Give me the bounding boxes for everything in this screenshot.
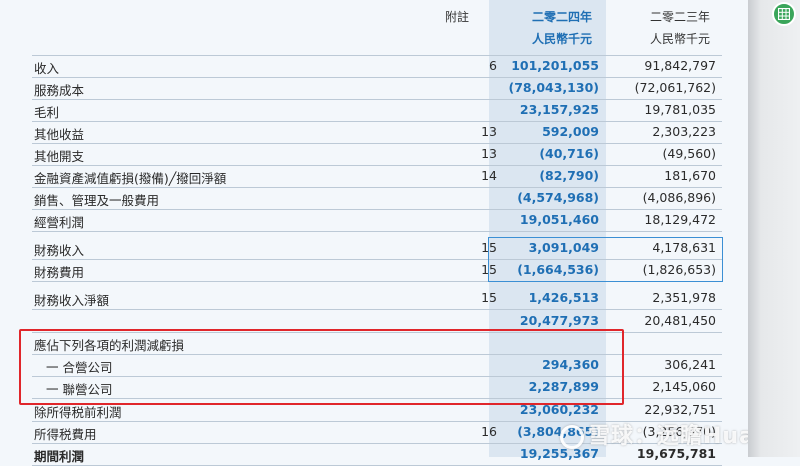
table-row: 經營利潤 19,051,460 18,129,472 bbox=[32, 209, 722, 232]
row-prior-value: 2,351,978 bbox=[652, 290, 716, 305]
row-current-value: 23,157,925 bbox=[519, 102, 599, 117]
row-label: 財務費用 bbox=[34, 265, 85, 280]
row-prior-value: (72,061,762) bbox=[634, 80, 716, 95]
spreadsheet-icon[interactable] bbox=[772, 2, 796, 26]
financial-statement-page: 附註 二零二四年 人民幣千元 二零二三年 人民幣千元 收入 6 101,201,… bbox=[0, 0, 800, 466]
row-prior-value: (49,560) bbox=[662, 146, 717, 161]
row-prior-value: 2,303,223 bbox=[652, 124, 716, 139]
table-row: 收入 6 101,201,055 91,842,797 bbox=[32, 55, 722, 78]
row-current-value: (78,043,130) bbox=[508, 80, 599, 95]
table-row: 其他開支 13 (40,716) (49,560) bbox=[32, 143, 722, 166]
row-current-value: (82,790) bbox=[539, 168, 599, 183]
row-label: 期間利潤 bbox=[34, 449, 85, 464]
table-row: 毛利 23,157,925 19,781,035 bbox=[32, 99, 722, 122]
row-current-value: 19,051,460 bbox=[519, 212, 599, 227]
row-current-value: 101,201,055 bbox=[511, 58, 599, 73]
row-label: 所得税費用 bbox=[34, 427, 97, 442]
share-of-profit-annotation-box bbox=[19, 329, 624, 405]
row-label: 收入 bbox=[34, 61, 60, 76]
row-note: 15 bbox=[481, 290, 497, 305]
row-label: 其他開支 bbox=[34, 149, 85, 164]
row-label: 財務收入 bbox=[34, 243, 85, 258]
finance-income-highlight-box bbox=[488, 237, 723, 282]
row-current-value: 20,477,973 bbox=[519, 313, 599, 328]
row-prior-value: 19,781,035 bbox=[644, 102, 716, 117]
row-label: 金融資產減值虧損(撥備)╱撥回淨額 bbox=[34, 171, 227, 186]
row-label: 其他收益 bbox=[34, 127, 85, 142]
current-year-header: 二零二四年 bbox=[532, 10, 593, 24]
window-edge bbox=[748, 0, 800, 457]
grid-glyph bbox=[778, 8, 790, 20]
row-prior-value: 181,670 bbox=[664, 168, 716, 183]
row-prior-value: 20,481,450 bbox=[644, 313, 716, 328]
row-label: 財務收入淨額 bbox=[34, 293, 110, 308]
row-prior-value: 18,129,472 bbox=[644, 212, 716, 227]
row-current-value: (40,716) bbox=[539, 146, 599, 161]
row-note: 13 bbox=[481, 124, 497, 139]
row-note: 6 bbox=[489, 58, 497, 73]
row-note: 13 bbox=[481, 146, 497, 161]
table-row: 銷售、管理及一般費用 (4,574,968) (4,086,896) bbox=[32, 187, 722, 210]
table-row: 金融資產減值虧損(撥備)╱撥回淨額 14 (82,790) 181,670 bbox=[32, 165, 722, 188]
row-current-value: 1,426,513 bbox=[528, 290, 599, 305]
current-unit-header: 人民幣千元 bbox=[532, 32, 593, 46]
row-label: 毛利 bbox=[34, 105, 60, 120]
table-row: 財務收入淨額 15 1,426,513 2,351,978 bbox=[32, 287, 722, 310]
row-current-value: (4,574,968) bbox=[517, 190, 599, 205]
table-row: 其他收益 13 592,009 2,303,223 bbox=[32, 121, 722, 144]
row-label: 銷售、管理及一般費用 bbox=[34, 193, 160, 208]
row-note: 14 bbox=[481, 168, 497, 183]
prior-unit-header: 人民幣千元 bbox=[650, 32, 711, 46]
row-label: 服務成本 bbox=[34, 83, 85, 98]
row-prior-value: (4,086,896) bbox=[642, 190, 716, 205]
note-column-header: 附註 bbox=[445, 10, 470, 24]
table-row: 服務成本 (78,043,130) (72,061,762) bbox=[32, 77, 722, 100]
row-note: 16 bbox=[481, 424, 497, 439]
row-label: 經營利潤 bbox=[34, 215, 85, 230]
row-current-value: 592,009 bbox=[542, 124, 599, 139]
row-prior-value: 91,842,797 bbox=[644, 58, 716, 73]
prior-year-header: 二零二三年 bbox=[650, 10, 711, 24]
snowball-logo-icon bbox=[560, 425, 584, 449]
